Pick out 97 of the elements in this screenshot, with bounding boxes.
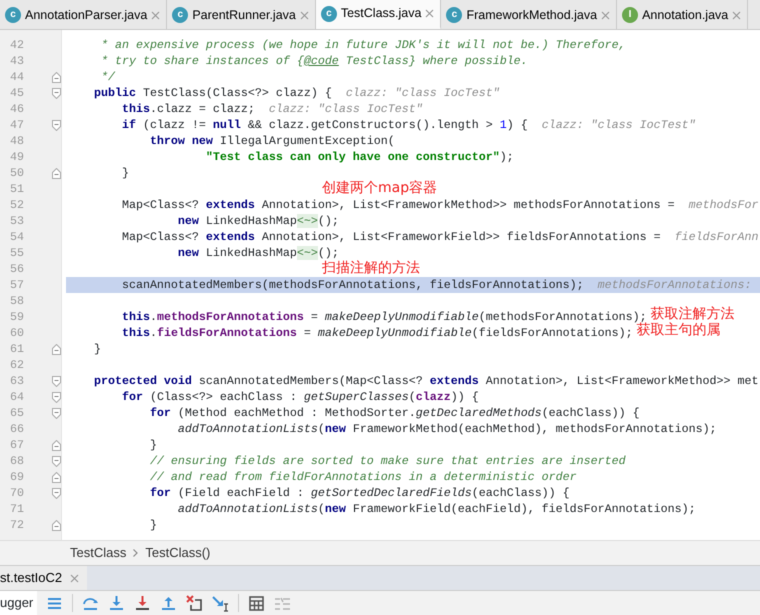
code-line: this.clazz = clazz; [120,101,255,117]
line-number: 50 [9,165,24,181]
close-icon[interactable] [732,10,742,20]
close-icon[interactable] [70,574,80,582]
code-line: this.methodsForAnnotations = makeDeeplyUnmodifiable(methodsForAnnotations); [120,309,647,324]
line-number: 71 [9,501,24,517]
code-line: new LinkedHashMap<~>(); [176,213,339,229]
step-out-icon[interactable] [160,594,178,612]
line-number: 51 [9,181,24,197]
annotation-note: 获取注解方法 [650,305,735,322]
line-number: 47 [9,117,24,133]
inline-hint: fieldsForAnn [674,229,759,245]
chevron-icon [132,548,140,558]
line-number: 43 [9,53,24,69]
fold-icon[interactable] [52,120,60,130]
code-line: if (clazz != null && clazz.getConstructors().length > 1) { [120,117,528,133]
code-line: for (Method eachMethod : MethodSorter.getDeclaredMethods(eachClass)) { [148,405,640,421]
line-number: 65 [9,405,24,421]
line-number: 59 [9,309,24,325]
fold-icon[interactable] [52,488,60,498]
line-number: 46 [9,101,24,117]
line-number: 52 [9,197,24,213]
code-line: protected void scanAnnotatedMembers(Map<Class<? extends Annotation>, List<FrameworkMethod>> met [92,373,759,389]
line-number: 55 [9,245,24,261]
code-line: // ensuring fields are sorted to make sure that entries are inserted [148,453,626,469]
file-tab[interactable]: c TestClass.java [316,0,442,29]
close-icon[interactable] [425,9,434,18]
run-to-cursor-icon[interactable] [212,594,230,612]
code-line: } [120,165,129,181]
code-line: new LinkedHashMap<~>(); [176,245,339,260]
line-number: 60 [9,325,24,341]
code-line: this.fieldsForAnnotations = makeDeeplyUnmodifiable(fieldsForAnnotations); [120,325,633,341]
line-number: 66 [9,421,24,437]
code-line: */ [100,69,115,85]
class-icon: c [5,7,21,23]
code-line: scanAnnotatedMembers(methodsForAnnotations, fieldsForAnnotations); [120,277,584,293]
line-number: 62 [9,357,24,373]
inline-hint: methodsFor [688,197,759,213]
line-number: 72 [9,517,24,533]
line-number: 68 [9,453,24,469]
line-number: 67 [9,437,24,453]
line-number: 70 [9,485,24,501]
step-into-icon[interactable] [108,594,126,612]
line-number: 53 [9,213,24,229]
code-line: addToAnnotationLists(new FrameworkField(eachField), fieldsForAnnotations); [176,501,696,517]
close-icon[interactable] [601,10,610,20]
line-number: 58 [9,293,24,309]
line-number: 42 [9,37,24,53]
breadcrumb-item[interactable]: TestClass [70,543,126,563]
inline-hint: clazz: "class IocTest" [346,85,500,101]
code-line: * try to share instances of {@code TestClass} where possible. [100,53,528,69]
annotation-note: 扫描注解的方法 [322,260,420,276]
code-line: for (Field eachField : getSortedDeclaredFields(eachClass)) { [148,485,570,501]
code-line: for (Class<?> eachClass : getSuperClasses(clazz)) { [120,389,479,405]
fold-icon[interactable] [52,88,60,98]
line-number: 48 [9,133,24,149]
code-line: } [148,517,157,533]
code-line: "Test class can only have one constructor"); [204,149,514,165]
line-number: 63 [9,373,24,389]
fold-icon[interactable] [52,376,60,386]
fold-icon[interactable] [52,392,60,402]
inline-hint: methodsForAnnotations: [598,277,752,293]
line-number: 44 [9,69,24,85]
breadcrumb-item[interactable]: TestClass() [145,543,210,563]
line-number: 56 [9,261,24,277]
line-number: 57 [9,277,24,293]
calculator-icon[interactable] [248,594,266,612]
annotation-note: 创建两个map容器 [322,180,438,196]
class-icon: c [172,7,188,23]
inline-hint: clazz: "class IocTest" [542,117,696,133]
code-line: // and read from fieldForAnnotations in a deterministic order [148,469,577,485]
code-line: Map<Class<? extends Annotation>, List<FrameworkMethod>> methodsForAnnotations = [120,197,675,213]
close-icon[interactable] [300,10,309,20]
code-line: } [148,437,157,453]
class-icon: c [446,7,462,23]
fold-icon[interactable] [52,408,60,418]
close-icon[interactable] [151,10,160,20]
force-step-into-icon[interactable] [134,594,152,612]
code-line: addToAnnotationLists(new FrameworkMethod(eachMethod), methodsForAnnotations); [176,421,717,437]
code-line: public TestClass(Class<?> clazz) { [92,85,332,101]
line-number: 61 [9,341,24,357]
debugger-tab[interactable]: ugger [0,591,38,615]
code-line: * an expensive process (we hope in future JDK's it will not be.) Therefore, [100,37,626,53]
line-number: 49 [9,149,24,165]
code-line: Map<Class<? extends Annotation>, List<FrameworkField>> fieldsForAnnotations = [120,229,661,245]
drop-frame-icon[interactable] [186,594,204,612]
line-number: 45 [9,85,24,101]
code-line: } [92,341,101,357]
line-number: 54 [9,229,24,245]
line-number: 64 [9,389,24,405]
fold-icon[interactable] [52,456,60,466]
class-icon: c [320,6,337,22]
inline-hint: clazz: "class IocTest" [268,101,423,117]
annotation-note: 获取主句的属 [636,322,721,340]
line-number: 69 [9,469,24,485]
class-icon: I [622,7,638,23]
code-line: throw new IllegalArgumentException( [148,133,395,149]
